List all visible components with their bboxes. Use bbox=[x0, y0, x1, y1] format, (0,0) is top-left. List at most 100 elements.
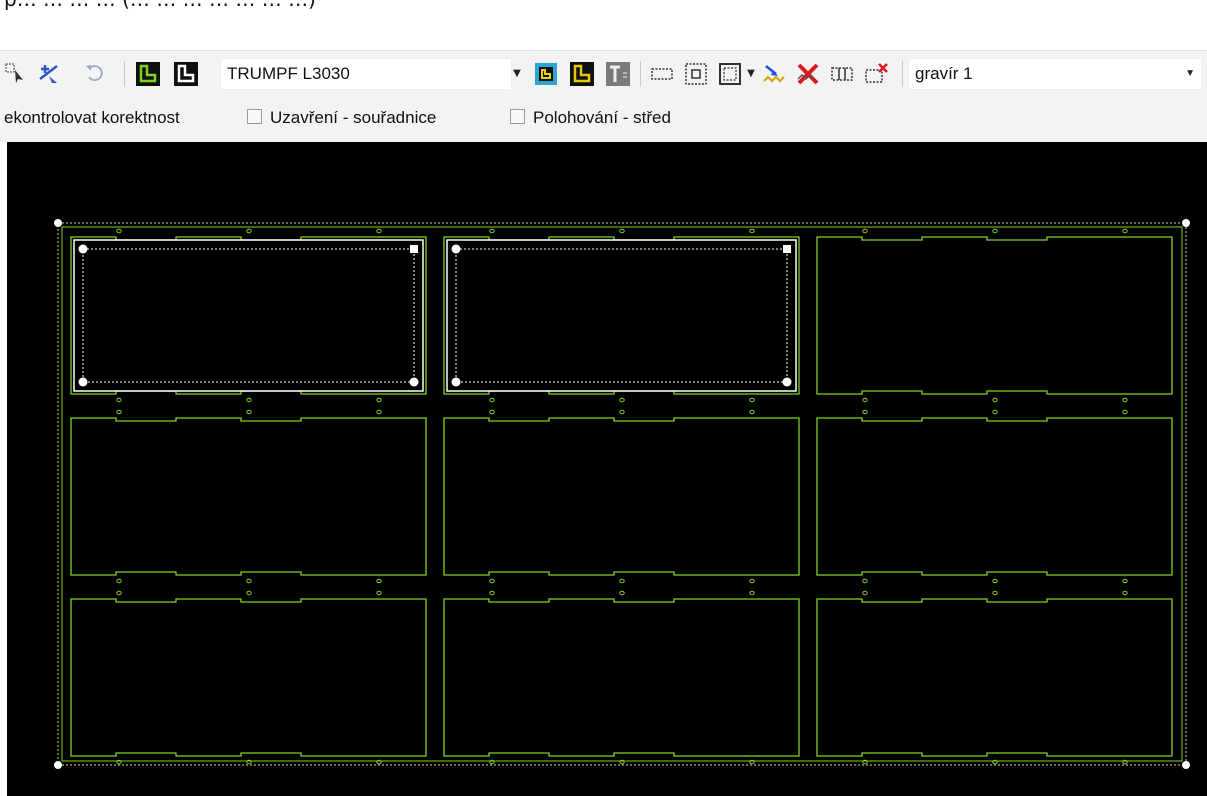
part-outline[interactable] bbox=[70, 236, 427, 395]
part-selection-dotted[interactable] bbox=[455, 248, 788, 383]
check-correctness-label[interactable]: ekontrolovat korektnost bbox=[4, 106, 180, 130]
nesting-view[interactable] bbox=[7, 142, 1207, 796]
lead-in-marker bbox=[376, 590, 382, 596]
lead-in-marker bbox=[376, 409, 382, 415]
part-outline[interactable] bbox=[443, 417, 800, 576]
undo-icon[interactable] bbox=[82, 60, 108, 86]
part-contour-icon[interactable] bbox=[134, 60, 162, 88]
sheet-corner-handle bbox=[1182, 761, 1190, 769]
layer-select[interactable]: gravír 1 ▼ bbox=[908, 58, 1202, 90]
position-center-checkbox[interactable] bbox=[510, 109, 525, 124]
toolbar-separator bbox=[902, 61, 903, 87]
selection-handle bbox=[409, 377, 419, 387]
lead-in-marker bbox=[376, 397, 382, 403]
lead-in-marker bbox=[749, 590, 755, 596]
lead-in-marker bbox=[489, 409, 495, 415]
selection-handle bbox=[78, 244, 88, 254]
layer-select-value: gravír 1 bbox=[915, 64, 973, 83]
lead-in-marker bbox=[376, 228, 382, 234]
lead-in-marker bbox=[1122, 590, 1128, 596]
machine-select[interactable]: TRUMPF L3030 bbox=[220, 58, 512, 90]
lead-in-marker bbox=[619, 397, 625, 403]
toolbar-separator bbox=[640, 61, 641, 87]
frame-inner-icon[interactable] bbox=[682, 60, 710, 88]
lead-in-marker bbox=[489, 578, 495, 584]
selection-handle bbox=[451, 244, 461, 254]
lead-in-marker bbox=[749, 409, 755, 415]
part-outline[interactable] bbox=[70, 598, 427, 757]
machine-select-value: TRUMPF L3030 bbox=[227, 64, 350, 83]
part-white-icon[interactable] bbox=[172, 60, 200, 88]
lead-in-marker bbox=[246, 228, 252, 234]
lead-in-marker bbox=[992, 397, 998, 403]
close-coords-checkbox[interactable] bbox=[247, 109, 262, 124]
join-arrow-icon[interactable] bbox=[760, 60, 788, 88]
sheet-outline bbox=[57, 222, 1187, 766]
selection-handle bbox=[782, 377, 792, 387]
lead-in-marker bbox=[749, 228, 755, 234]
delete-join-icon[interactable] bbox=[794, 60, 822, 88]
part-outline[interactable] bbox=[443, 598, 800, 757]
lead-in-marker bbox=[862, 228, 868, 234]
toolbar-separator bbox=[124, 61, 125, 87]
lead-in-marker bbox=[489, 590, 495, 596]
lead-in-marker bbox=[116, 590, 122, 596]
lead-in-marker bbox=[619, 590, 625, 596]
lead-in-marker bbox=[1122, 397, 1128, 403]
frame-delete-icon[interactable] bbox=[862, 60, 890, 88]
lead-in-marker bbox=[246, 578, 252, 584]
position-center-label: Polohování - střed bbox=[533, 108, 671, 127]
lead-in-marker bbox=[862, 578, 868, 584]
selection-handle bbox=[783, 245, 791, 253]
select-pointer-icon[interactable] bbox=[4, 60, 28, 86]
selection-handle bbox=[451, 377, 461, 387]
lead-in-marker bbox=[1122, 578, 1128, 584]
part-outline[interactable] bbox=[443, 236, 800, 395]
lead-in-marker bbox=[862, 397, 868, 403]
selection-handle bbox=[78, 377, 88, 387]
part-outline[interactable] bbox=[816, 417, 1173, 576]
sheet-corner-handle bbox=[54, 761, 62, 769]
close-coords-label: Uzavření - souřadnice bbox=[270, 108, 437, 127]
machine-dropdown-arrow-icon[interactable]: ▼ bbox=[510, 64, 524, 82]
lead-in-marker bbox=[116, 409, 122, 415]
grid-frame-icon[interactable] bbox=[828, 60, 856, 88]
part-yellow-icon[interactable] bbox=[568, 60, 596, 88]
selection-handle bbox=[410, 245, 418, 253]
frame-select-icon[interactable] bbox=[648, 60, 676, 88]
lead-in-marker bbox=[116, 397, 122, 403]
sheet-corner-handle bbox=[1182, 219, 1190, 227]
frame-dropdown-arrow-icon[interactable]: ▼ bbox=[744, 64, 758, 82]
lead-in-marker bbox=[749, 397, 755, 403]
sheet-inner-outline bbox=[61, 226, 1183, 762]
layer-dropdown-arrow-icon[interactable]: ▼ bbox=[1185, 68, 1195, 79]
lead-in-marker bbox=[246, 409, 252, 415]
drawing-canvas[interactable] bbox=[7, 142, 1207, 796]
part-selection-dotted[interactable] bbox=[82, 248, 415, 383]
lead-in-marker bbox=[992, 409, 998, 415]
lead-in-marker bbox=[116, 578, 122, 584]
lead-in-marker bbox=[489, 397, 495, 403]
lead-in-marker bbox=[246, 590, 252, 596]
lead-in-marker bbox=[619, 409, 625, 415]
lead-in-marker bbox=[862, 590, 868, 596]
frame-outer-icon[interactable] bbox=[716, 60, 744, 88]
add-node-icon[interactable] bbox=[36, 60, 62, 86]
lead-in-marker bbox=[992, 228, 998, 234]
lead-in-marker bbox=[1122, 409, 1128, 415]
part-selection-frame[interactable] bbox=[446, 239, 797, 392]
part-outline[interactable] bbox=[816, 598, 1173, 757]
lead-in-marker bbox=[376, 578, 382, 584]
lead-in-marker bbox=[1122, 228, 1128, 234]
lead-in-marker bbox=[992, 578, 998, 584]
lead-in-marker bbox=[992, 590, 998, 596]
text-tool-icon[interactable] bbox=[604, 60, 632, 88]
part-outline[interactable] bbox=[70, 417, 427, 576]
lead-in-marker bbox=[116, 228, 122, 234]
lead-in-marker bbox=[246, 397, 252, 403]
lead-in-marker bbox=[489, 228, 495, 234]
sheet-icon[interactable] bbox=[532, 60, 560, 88]
part-selection-frame[interactable] bbox=[73, 239, 424, 392]
part-outline[interactable] bbox=[816, 236, 1173, 395]
lead-in-marker bbox=[749, 578, 755, 584]
